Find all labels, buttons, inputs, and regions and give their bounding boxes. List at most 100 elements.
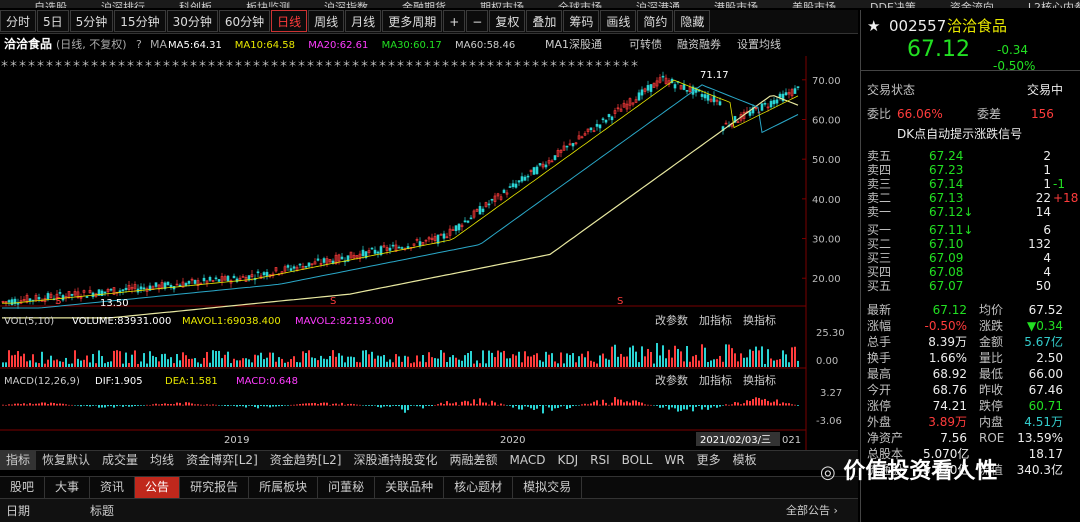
- vol-bar: [317, 360, 319, 367]
- menu-item-2[interactable]: 科创板: [179, 2, 212, 8]
- period-0[interactable]: 分时: [0, 10, 37, 32]
- indicator-tab-1[interactable]: 恢复默认: [36, 451, 96, 470]
- period-2[interactable]: 5分钟: [69, 10, 114, 32]
- vol-bar: [527, 356, 529, 367]
- menu-item-1[interactable]: 沪深排行: [101, 2, 145, 8]
- menu-item-0[interactable]: 自选股: [34, 2, 67, 8]
- vol-btn-2[interactable]: 换指标: [743, 313, 776, 327]
- candle-body: [508, 186, 512, 188]
- tool-4[interactable]: 筹码: [563, 10, 600, 32]
- macd-bar: [704, 405, 706, 408]
- vol-bar: [701, 344, 703, 367]
- macd-bar: [284, 405, 286, 406]
- period-9[interactable]: 更多周期: [382, 10, 443, 32]
- legend-extra-0[interactable]: MA1深股通: [545, 38, 602, 51]
- period-1[interactable]: 5日: [37, 10, 69, 32]
- news-tab-6[interactable]: 问董秘: [318, 477, 376, 498]
- stat-1: 涨幅 -0.50% 涨跌 ▼0.34: [867, 318, 1067, 334]
- macd-bar: [689, 405, 691, 407]
- indicator-tab-2[interactable]: 成交量: [96, 451, 144, 470]
- macd-bar: [215, 404, 217, 406]
- vol-bar: [662, 345, 664, 367]
- notice-header: 日期 标题 全部公告 ›: [0, 498, 858, 522]
- vol-bar: [467, 352, 469, 367]
- macd-bar: [8, 404, 10, 406]
- vol-bar: [146, 363, 148, 367]
- vol-bar: [770, 358, 772, 367]
- menu-item-10[interactable]: 美股市场: [792, 2, 836, 8]
- vol-bar: [83, 359, 85, 367]
- indicator-tab-14[interactable]: 模板: [727, 451, 763, 470]
- macd-bar: [716, 405, 718, 408]
- menu-item-6[interactable]: 期权市场: [480, 2, 524, 8]
- tool-0[interactable]: +: [443, 10, 466, 32]
- candle-body: [520, 176, 524, 182]
- candle-body: [610, 116, 614, 121]
- news-tab-3[interactable]: 公告: [135, 477, 181, 498]
- menu-item-8[interactable]: 沪深港通: [636, 2, 680, 8]
- macd-bar: [536, 405, 538, 409]
- macd-bar: [260, 405, 262, 406]
- legend-extra-1[interactable]: 可转债: [629, 37, 662, 51]
- all-notices-link[interactable]: 全部公告 ›: [786, 502, 838, 518]
- indicator-tab-13[interactable]: 更多: [691, 451, 727, 470]
- news-tab-0[interactable]: 股吧: [0, 477, 46, 498]
- indicator-tab-3[interactable]: 均线: [144, 451, 180, 470]
- vol-bar: [116, 350, 118, 367]
- period-7[interactable]: 周线: [308, 10, 345, 32]
- menu-item-4[interactable]: 沪深指数: [324, 2, 368, 8]
- news-tab-5[interactable]: 所属板块: [249, 477, 319, 498]
- macd-bar: [590, 403, 592, 406]
- vol-bar: [2, 362, 4, 367]
- indicator-tab-6[interactable]: 深股通持股变化: [347, 451, 443, 470]
- indicator-tab-0[interactable]: 指标: [0, 451, 37, 470]
- bid-4-cell-0: 买五: [867, 279, 892, 293]
- tool-7[interactable]: 隐藏: [674, 10, 711, 32]
- news-tab-4[interactable]: 研究报告: [180, 477, 250, 498]
- menu-item-13[interactable]: L2核心内参: [1028, 2, 1080, 8]
- ma-value-MA10: MA10:64.58: [235, 40, 295, 51]
- menu-item-9[interactable]: 港股市场: [714, 2, 758, 8]
- legend-extra-3[interactable]: 设置均线: [737, 37, 781, 51]
- indicator-tab-11[interactable]: BOLL: [616, 451, 659, 470]
- menu-item-7[interactable]: 全球市场: [558, 2, 602, 8]
- period-3[interactable]: 15分钟: [114, 10, 166, 32]
- menu-item-11[interactable]: DDE决策: [870, 2, 916, 8]
- kline-chart[interactable]: 洽洽食品 (日线, 不复权) ? MA MA5:64.31 MA10:64.58 M…: [0, 34, 858, 450]
- tool-6[interactable]: 简约: [637, 10, 674, 32]
- macd-btn-1[interactable]: 加指标: [699, 373, 732, 387]
- macd-btn-2[interactable]: 换指标: [743, 373, 776, 387]
- period-4[interactable]: 30分钟: [166, 10, 218, 32]
- menu-item-12[interactable]: 资金流向: [950, 2, 994, 8]
- tool-5[interactable]: 画线: [600, 10, 637, 32]
- vol-tick: 25.30: [816, 328, 845, 339]
- vol-btn-1[interactable]: 加指标: [699, 313, 732, 327]
- period-8[interactable]: 月线: [345, 10, 382, 32]
- news-tab-1[interactable]: 大事: [45, 477, 91, 498]
- indicator-tab-12[interactable]: WR: [658, 451, 690, 470]
- period-5[interactable]: 60分钟: [218, 10, 271, 32]
- legend-extra-2[interactable]: 融资融券: [677, 37, 721, 51]
- indicator-tab-10[interactable]: RSI: [584, 451, 616, 470]
- vol-bar: [767, 349, 769, 367]
- low-marker: 13.50: [100, 298, 129, 309]
- indicator-tab-8[interactable]: MACD: [503, 451, 551, 470]
- indicator-tab-9[interactable]: KDJ: [551, 451, 584, 470]
- indicator-tab-5[interactable]: 资金趋势[L2]: [264, 451, 348, 470]
- vol-bar: [569, 355, 571, 367]
- tool-1[interactable]: −: [466, 10, 489, 32]
- indicator-tab-7[interactable]: 两融差额: [443, 451, 503, 470]
- news-tab-7[interactable]: 关联品种: [375, 477, 445, 498]
- menu-item-5[interactable]: 金融期货: [402, 2, 446, 8]
- vol-btn-0[interactable]: 改参数: [655, 313, 688, 327]
- macd-btn-0[interactable]: 改参数: [655, 373, 688, 387]
- period-6[interactable]: 日线: [271, 10, 308, 32]
- news-tab-9[interactable]: 模拟交易: [513, 477, 583, 498]
- news-tab-8[interactable]: 核心题材: [444, 477, 514, 498]
- tool-3[interactable]: 叠加: [526, 10, 563, 32]
- menu-item-3[interactable]: 板块监测: [246, 2, 290, 8]
- tool-2[interactable]: 复权: [489, 10, 526, 32]
- candle-body: [202, 277, 206, 282]
- indicator-tab-4[interactable]: 资金博弈[L2]: [180, 451, 264, 470]
- news-tab-2[interactable]: 资讯: [90, 477, 136, 498]
